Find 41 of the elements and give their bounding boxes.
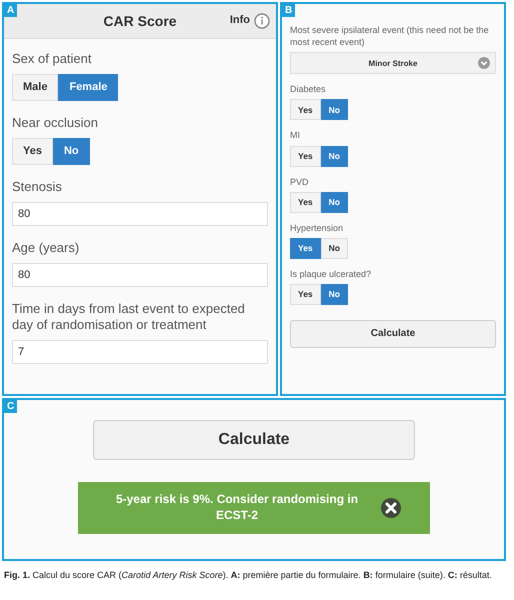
figure-caption: Fig. 1. Calcul du score CAR (Carotid Artery Risk Score). A: première partie du formulaire. B: formulaire (suite). C: résultat. [4,569,493,582]
field-label: Near occlusion [12,114,99,132]
calculate-button[interactable]: Calculate [93,420,415,460]
panel-label: C [4,400,18,413]
toggle-option[interactable]: No [320,146,348,167]
toggle-option[interactable]: No [320,99,348,120]
close-icon[interactable] [381,498,401,518]
field-label: PVD [290,176,310,188]
field-label: Most severe ipsilateral event (this need not be the most recent event) [290,24,490,48]
toggle-option[interactable]: Yes [12,138,53,165]
chevron-down-icon [478,57,490,70]
toggle-option[interactable]: No [52,138,90,165]
input-field[interactable]: 80 [12,262,268,287]
toggle-option[interactable]: Yes [290,238,321,259]
toggle-option[interactable]: Yes [290,99,321,120]
calculate-button[interactable]: Calculate [290,320,496,348]
info-icon[interactable] [254,13,270,29]
toggle-option[interactable]: Male [12,74,58,101]
panel-label: A [4,4,18,17]
field-label: Time in days from last event to expected day of randomisation or treatment [12,300,246,334]
field-label: Hypertension [290,222,344,234]
toggle-option[interactable]: Yes [290,284,321,305]
field-label: MI [290,129,301,142]
field-label: Diabetes [290,83,327,96]
field-label: Sex of patient [12,51,92,68]
app-title: CAR Score [103,13,177,29]
input-field[interactable]: 7 [12,340,268,364]
select-dropdown[interactable]: Minor Stroke [290,52,496,74]
toggle-option[interactable]: Yes [290,146,321,167]
toggle-option[interactable]: Female [58,74,118,101]
input-field[interactable]: 80 [12,202,268,226]
toggle-option[interactable]: No [320,192,348,213]
toggle-option[interactable]: No [320,284,348,305]
result-text: 5-year risk is 9%. Consider randomising in ECST-2 [114,492,360,524]
toggle-option[interactable]: Yes [290,192,321,213]
panel-label: B [282,4,296,17]
toggle-option[interactable]: No [320,238,348,259]
field-label: Age (years) [12,240,80,257]
info-button[interactable]: Info [230,14,250,26]
field-label: Stenosis [12,178,63,196]
field-label: Is plaque ulcerated? [290,268,372,280]
